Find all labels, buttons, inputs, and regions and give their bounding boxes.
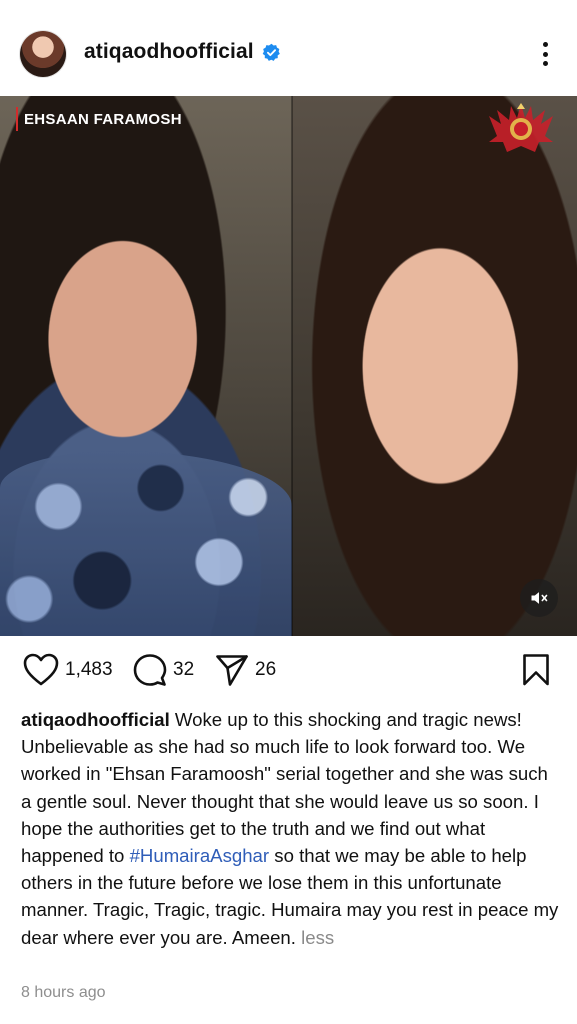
speaker-muted-icon [531, 592, 548, 604]
save-button[interactable] [522, 653, 550, 692]
mute-toggle-button[interactable] [520, 579, 558, 617]
share-button[interactable]: 26 [215, 653, 276, 687]
username-row: atiqaodhoofficial [84, 40, 281, 64]
clothing-pattern [0, 451, 292, 636]
send-icon [216, 655, 248, 686]
like-button[interactable]: 1,483 [23, 653, 113, 687]
post-header: atiqaodhoofficial [0, 0, 577, 96]
panel-divider [291, 96, 293, 636]
caption-username-link[interactable]: atiqaodhoofficial [21, 709, 170, 730]
username-link[interactable]: atiqaodhoofficial [84, 40, 254, 64]
post-timestamp: 8 hours ago [21, 984, 106, 1001]
share-count: 26 [255, 659, 277, 680]
comment-bubble-icon [133, 654, 167, 686]
comment-button[interactable]: 32 [133, 653, 194, 687]
channel-crest-icon [489, 103, 553, 152]
show-title-overlay: EHSAAN FARAMOSH [16, 107, 182, 131]
media-panel-left [0, 96, 292, 636]
action-bar: 1,483 32 26 [0, 636, 577, 706]
avatar[interactable] [20, 31, 66, 77]
post-media[interactable]: EHSAAN FARAMOSH [0, 96, 577, 636]
less-link[interactable]: less [301, 927, 334, 948]
media-panel-right [292, 96, 577, 636]
post-caption: atiqaodhoofficial Woke up to this shocki… [21, 706, 561, 951]
like-count: 1,483 [65, 659, 113, 680]
comment-count: 32 [173, 659, 195, 680]
caption-text-part-1: Woke up to this shocking and tragic news… [21, 709, 548, 867]
more-vertical-icon [542, 42, 548, 47]
bookmark-icon [523, 654, 549, 686]
verified-badge-icon [262, 43, 280, 61]
heart-icon [23, 653, 59, 686]
more-options-button[interactable] [533, 38, 557, 70]
hashtag-link[interactable]: #HumairaAsghar [130, 845, 270, 866]
